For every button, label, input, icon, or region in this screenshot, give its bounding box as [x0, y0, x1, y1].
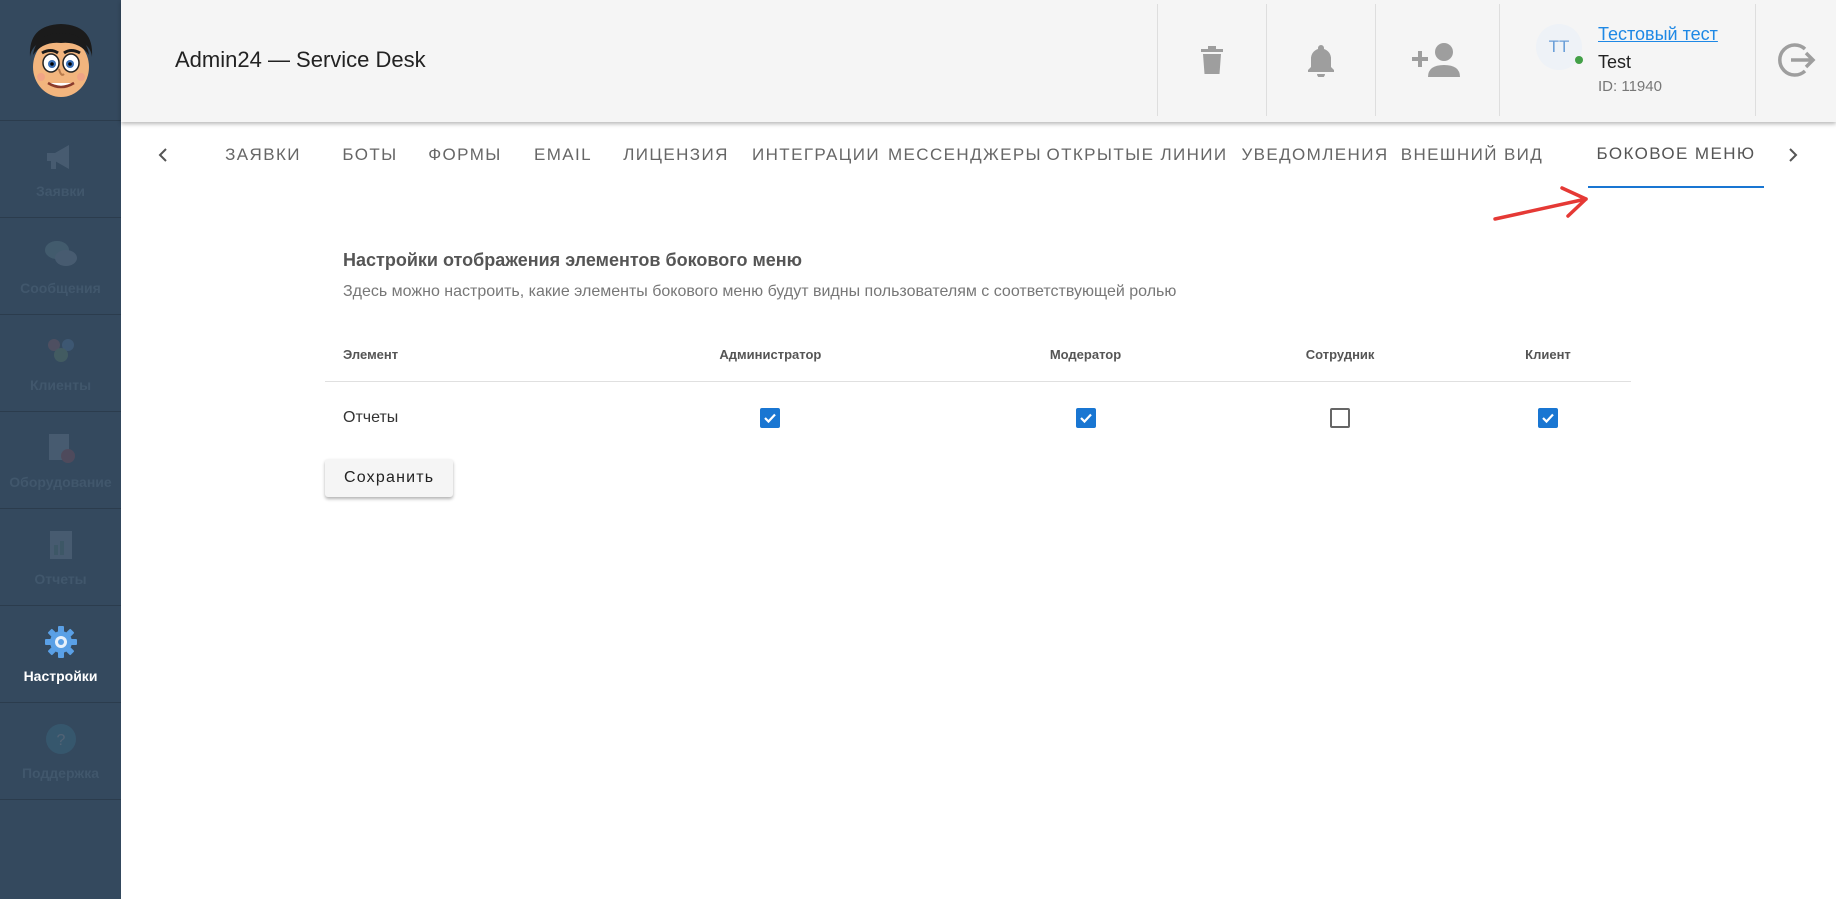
sidebar-item-clients[interactable]: Клиенты — [0, 315, 121, 412]
sidebar-item-label: Оборудование — [9, 474, 112, 490]
help-icon: ? — [43, 721, 79, 757]
tab-bots[interactable]: Боты — [325, 122, 415, 188]
table-header-row: Элемент Администратор Модератор Сотрудни… — [325, 329, 1631, 382]
tab-appearance[interactable]: Внешний вид — [1395, 122, 1549, 188]
header: Admin24 — Service Desk ТТ Тестовый тест … — [121, 0, 1836, 122]
logout-icon — [1778, 43, 1816, 77]
column-header-admin: Администратор — [585, 329, 956, 382]
tabs-next-button[interactable] — [1778, 140, 1808, 170]
equipment-icon — [43, 430, 79, 466]
page-title: Admin24 — Service Desk — [175, 47, 426, 72]
user-subtitle: Test — [1598, 52, 1632, 72]
sidebar-item-equipment[interactable]: Оборудование — [0, 412, 121, 509]
notifications-button[interactable] — [1266, 4, 1375, 116]
side-menu-settings: Настройки отображения элементов бокового… — [325, 250, 1631, 497]
chevron-left-icon — [158, 148, 167, 162]
settings-tabs: Заявки Боты Формы Email Лицензия Интегра… — [121, 122, 1836, 188]
sidebar-item-label: Заявки — [36, 183, 85, 199]
add-user-icon — [1411, 43, 1460, 77]
tab-tickets[interactable]: Заявки — [201, 122, 325, 188]
checkbox-employee-reports[interactable] — [1330, 408, 1351, 429]
tab-notifications[interactable]: Уведомления — [1235, 122, 1395, 188]
user-id: ID: 11940 — [1598, 78, 1662, 95]
tab-messengers[interactable]: Мессенджеры — [888, 122, 1041, 188]
section-title: Настройки отображения элементов бокового… — [343, 250, 803, 270]
column-header-moderator: Модератор — [955, 329, 1216, 382]
tab-open-lines[interactable]: Открытые линии — [1039, 122, 1235, 188]
online-status-dot — [1575, 56, 1583, 64]
sidebar-item-label: Настройки — [23, 668, 98, 684]
checkbox-admin-reports[interactable] — [760, 408, 781, 429]
tabs-prev-button[interactable] — [148, 140, 178, 170]
tab-email[interactable]: Email — [515, 122, 611, 188]
svg-text:?: ? — [56, 732, 65, 749]
logo[interactable] — [0, 0, 121, 121]
sidebar-item-messages[interactable]: Сообщения — [0, 218, 121, 315]
column-header-client: Клиент — [1464, 329, 1631, 382]
logout-button[interactable] — [1755, 4, 1836, 116]
column-header-employee: Сотрудник — [1215, 329, 1465, 382]
user-name-link[interactable]: Тестовый тест — [1598, 24, 1718, 45]
gear-icon — [43, 624, 79, 660]
add-user-button[interactable] — [1375, 4, 1499, 116]
user-profile: ТТ Тестовый тест Test ID: 11940 — [1499, 4, 1755, 116]
checkbox-client-reports[interactable] — [1537, 408, 1558, 429]
tab-integrations[interactable]: Интеграции — [741, 122, 891, 188]
annotation-arrow — [1493, 186, 1588, 221]
permissions-table: Элемент Администратор Модератор Сотрудни… — [325, 329, 1631, 455]
chat-bubbles-icon — [43, 236, 79, 272]
checkbox-moderator-reports[interactable] — [1075, 408, 1096, 429]
report-icon — [43, 527, 79, 563]
check-icon — [1079, 414, 1092, 424]
chevron-right-icon — [1789, 148, 1798, 162]
sidebar-item-support[interactable]: ? Поддержка — [0, 703, 121, 800]
bell-icon — [1308, 45, 1334, 77]
users-icon — [43, 333, 79, 369]
trash-icon — [1201, 46, 1223, 74]
sidebar-item-label: Сообщения — [20, 280, 101, 296]
save-button[interactable]: Сохранить — [325, 459, 454, 497]
check-icon — [764, 414, 777, 424]
save-button-label: Сохранить — [344, 469, 435, 486]
megaphone-icon — [43, 139, 79, 175]
tab-side-menu[interactable]: Боковое меню — [1588, 122, 1764, 188]
tab-forms[interactable]: Формы — [415, 122, 515, 188]
sidebar-item-reports[interactable]: Отчеты — [0, 509, 121, 606]
column-header-element: Элемент — [325, 329, 585, 382]
table-row: Отчеты — [325, 381, 1631, 455]
tab-license[interactable]: Лицензия — [611, 122, 741, 188]
sidebar-item-settings[interactable]: Настройки — [0, 606, 121, 703]
sidebar-item-tickets[interactable]: Заявки — [0, 121, 121, 218]
trash-button[interactable] — [1157, 4, 1266, 116]
section-subtitle: Здесь можно настроить, какие элементы бо… — [343, 283, 1177, 300]
sidebar-item-label: Отчеты — [34, 571, 87, 587]
check-icon — [1542, 414, 1554, 424]
row-element-label: Отчеты — [343, 409, 399, 427]
avatar[interactable]: ТТ — [1536, 24, 1582, 70]
sidebar-item-label: Поддержка — [21, 765, 100, 781]
sidebar-item-label: Клиенты — [29, 377, 92, 393]
sidebar: Заявки Сообщения Клиенты Оборудование От… — [0, 0, 121, 899]
mascot-logo-icon — [29, 24, 92, 97]
